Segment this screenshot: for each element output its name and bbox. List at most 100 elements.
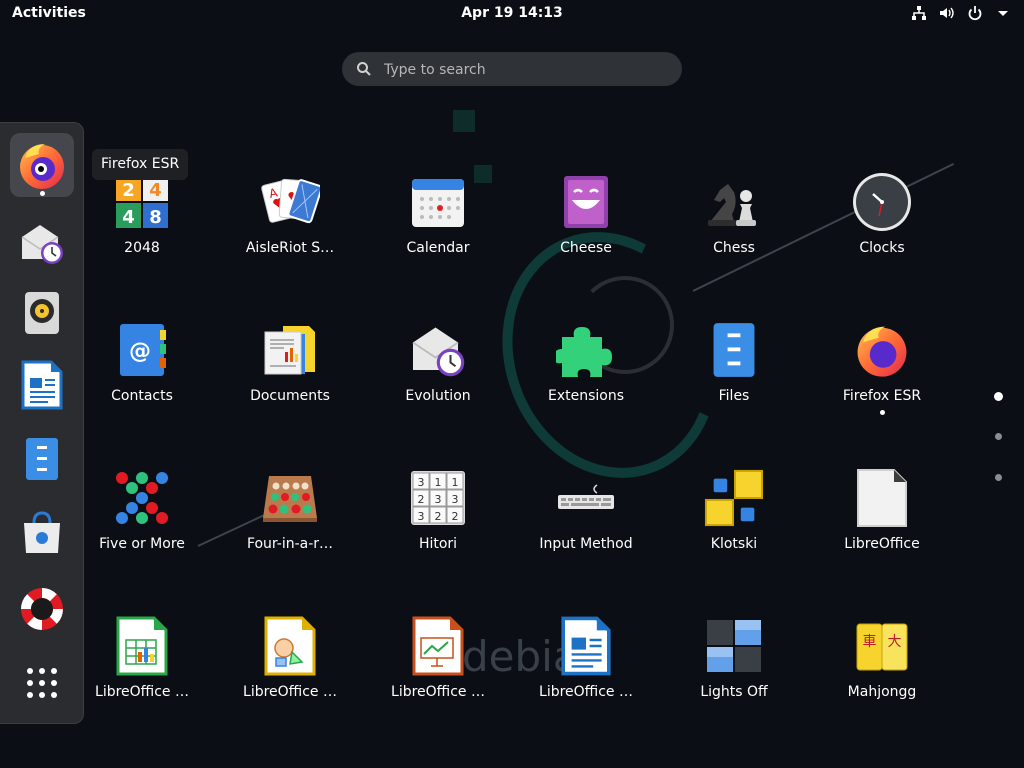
five-or-more-icon [116,472,168,524]
app-firefox-esr[interactable]: Firefox ESR [808,320,956,450]
mahjongg-tile-1: 車 [863,633,877,650]
dash-item-evolution[interactable] [10,211,74,275]
app-contacts[interactable]: @ Contacts [68,320,216,450]
app-libreoffice-impress[interactable]: LibreOffice … [364,616,512,746]
search-input[interactable] [382,56,666,84]
page-dot-3[interactable] [995,474,1002,481]
app-input-method[interactable]: Input Method [512,468,660,598]
clock[interactable]: Apr 19 14:13 [0,5,1024,21]
app-label: Evolution [405,388,471,404]
app-four-in-a-row[interactable]: Four-in-a-r… [216,468,364,598]
app-five-or-more[interactable]: Five or More [68,468,216,598]
hitori-number: 2 [418,493,425,506]
app-chess[interactable]: Chess [660,172,808,302]
top-bar: Activities Apr 19 14:13 [0,0,1024,28]
dash-item-rhythmbox[interactable] [10,281,74,345]
clocks-icon [853,173,911,231]
running-indicator [880,410,885,415]
hitori-icon: 3 1 12 3 33 2 2 [411,471,465,525]
network-icon[interactable] [910,4,928,22]
chess-icon [708,184,756,226]
libreoffice-writer-icon [21,360,63,410]
dash-item-libreoffice-writer[interactable] [10,353,74,417]
hitori-number: 3 [452,493,459,506]
menu-arrow-icon[interactable] [994,4,1012,22]
help-icon [21,588,63,630]
power-icon[interactable] [966,4,984,22]
app-klotski[interactable]: Klotski [660,468,808,598]
lights-off-icon [707,620,761,672]
app-clocks[interactable]: Clocks [808,172,956,302]
app-label: Klotski [710,536,758,552]
app-aisleriot[interactable]: A AisleRiot S… [216,172,364,302]
system-tray[interactable] [910,4,1012,22]
cheese-icon [564,176,608,228]
extensions-icon [556,327,612,377]
app-cheese[interactable]: Cheese [512,172,660,302]
firefox-icon [20,144,64,189]
volume-icon[interactable] [938,4,956,22]
app-libreoffice-draw[interactable]: LibreOffice … [216,616,364,746]
app-label: Contacts [111,388,173,404]
app-libreoffice-calc[interactable]: LibreOffice … [68,616,216,746]
app-grid-icon [27,668,57,698]
app-label: Files [718,388,750,404]
evolution-icon [21,225,63,264]
app-label: 2048 [124,240,160,256]
app-label: Chess [713,240,755,256]
dash-item-software[interactable] [10,501,74,565]
tooltip: Firefox ESR [92,149,189,180]
app-extensions[interactable]: Extensions [512,320,660,450]
libreoffice-draw-icon [264,616,316,676]
app-libreoffice[interactable]: LibreOffice [808,468,956,598]
search-bar[interactable] [342,52,682,86]
app-label: Four-in-a-r… [246,536,334,552]
dash-item-show-applications[interactable] [10,651,74,715]
app-2048[interactable]: 2 4 4 8 2048 [68,172,216,302]
hitori-number: 2 [435,510,442,523]
page-dot-1[interactable] [994,392,1003,401]
four-in-a-row-icon [263,476,317,522]
calendar-icon [412,179,464,227]
app-documents[interactable]: Documents [216,320,364,450]
tile-4b: 4 [122,207,135,228]
page-dot-2[interactable] [995,433,1002,440]
app-label: LibreOffice … [391,684,485,700]
klotski-icon [704,469,764,527]
dash-item-help[interactable] [10,577,74,641]
app-hitori[interactable]: 311233322 Hitori [364,468,512,598]
contacts-at-sign: @ [129,339,151,364]
libreoffice-icon [857,469,907,527]
files-icon [713,323,755,377]
files-icon [26,438,58,480]
app-libreoffice-writer[interactable]: LibreOffice … [512,616,660,746]
mahjongg-tile-2: 大 [888,634,902,650]
2048-icon: 2 4 4 8 [116,176,168,228]
app-label: Calendar [406,240,470,256]
app-lights-off[interactable]: Lights Off [660,616,808,746]
contacts-icon: @ [120,324,166,376]
mahjongg-icon: 車 大 [856,623,908,671]
dash-item-firefox-esr[interactable] [10,133,74,197]
app-mahjongg[interactable]: 車 大 Mahjongg [808,616,956,746]
firefox-icon [857,326,907,377]
tile-4a: 4 [149,180,162,201]
tile-2: 2 [122,180,135,201]
tile-8: 8 [149,207,162,228]
dash-item-files[interactable] [10,427,74,491]
app-calendar[interactable]: Calendar [364,172,512,302]
hitori-number: 3 [435,493,442,506]
app-label: LibreOffice … [243,684,337,700]
hitori-number: 1 [452,476,459,489]
evolution-icon [412,327,465,377]
app-files[interactable]: Files [660,320,808,450]
app-evolution[interactable]: Evolution [364,320,512,450]
software-icon [24,511,60,553]
running-indicator [40,191,45,196]
app-label: Hitori [418,536,458,552]
hitori-number: 3 [418,476,425,489]
hitori-number: 2 [452,510,459,523]
libreoffice-writer-icon [561,616,611,676]
cards-icon: A [261,178,320,224]
app-label: Mahjongg [847,684,917,700]
